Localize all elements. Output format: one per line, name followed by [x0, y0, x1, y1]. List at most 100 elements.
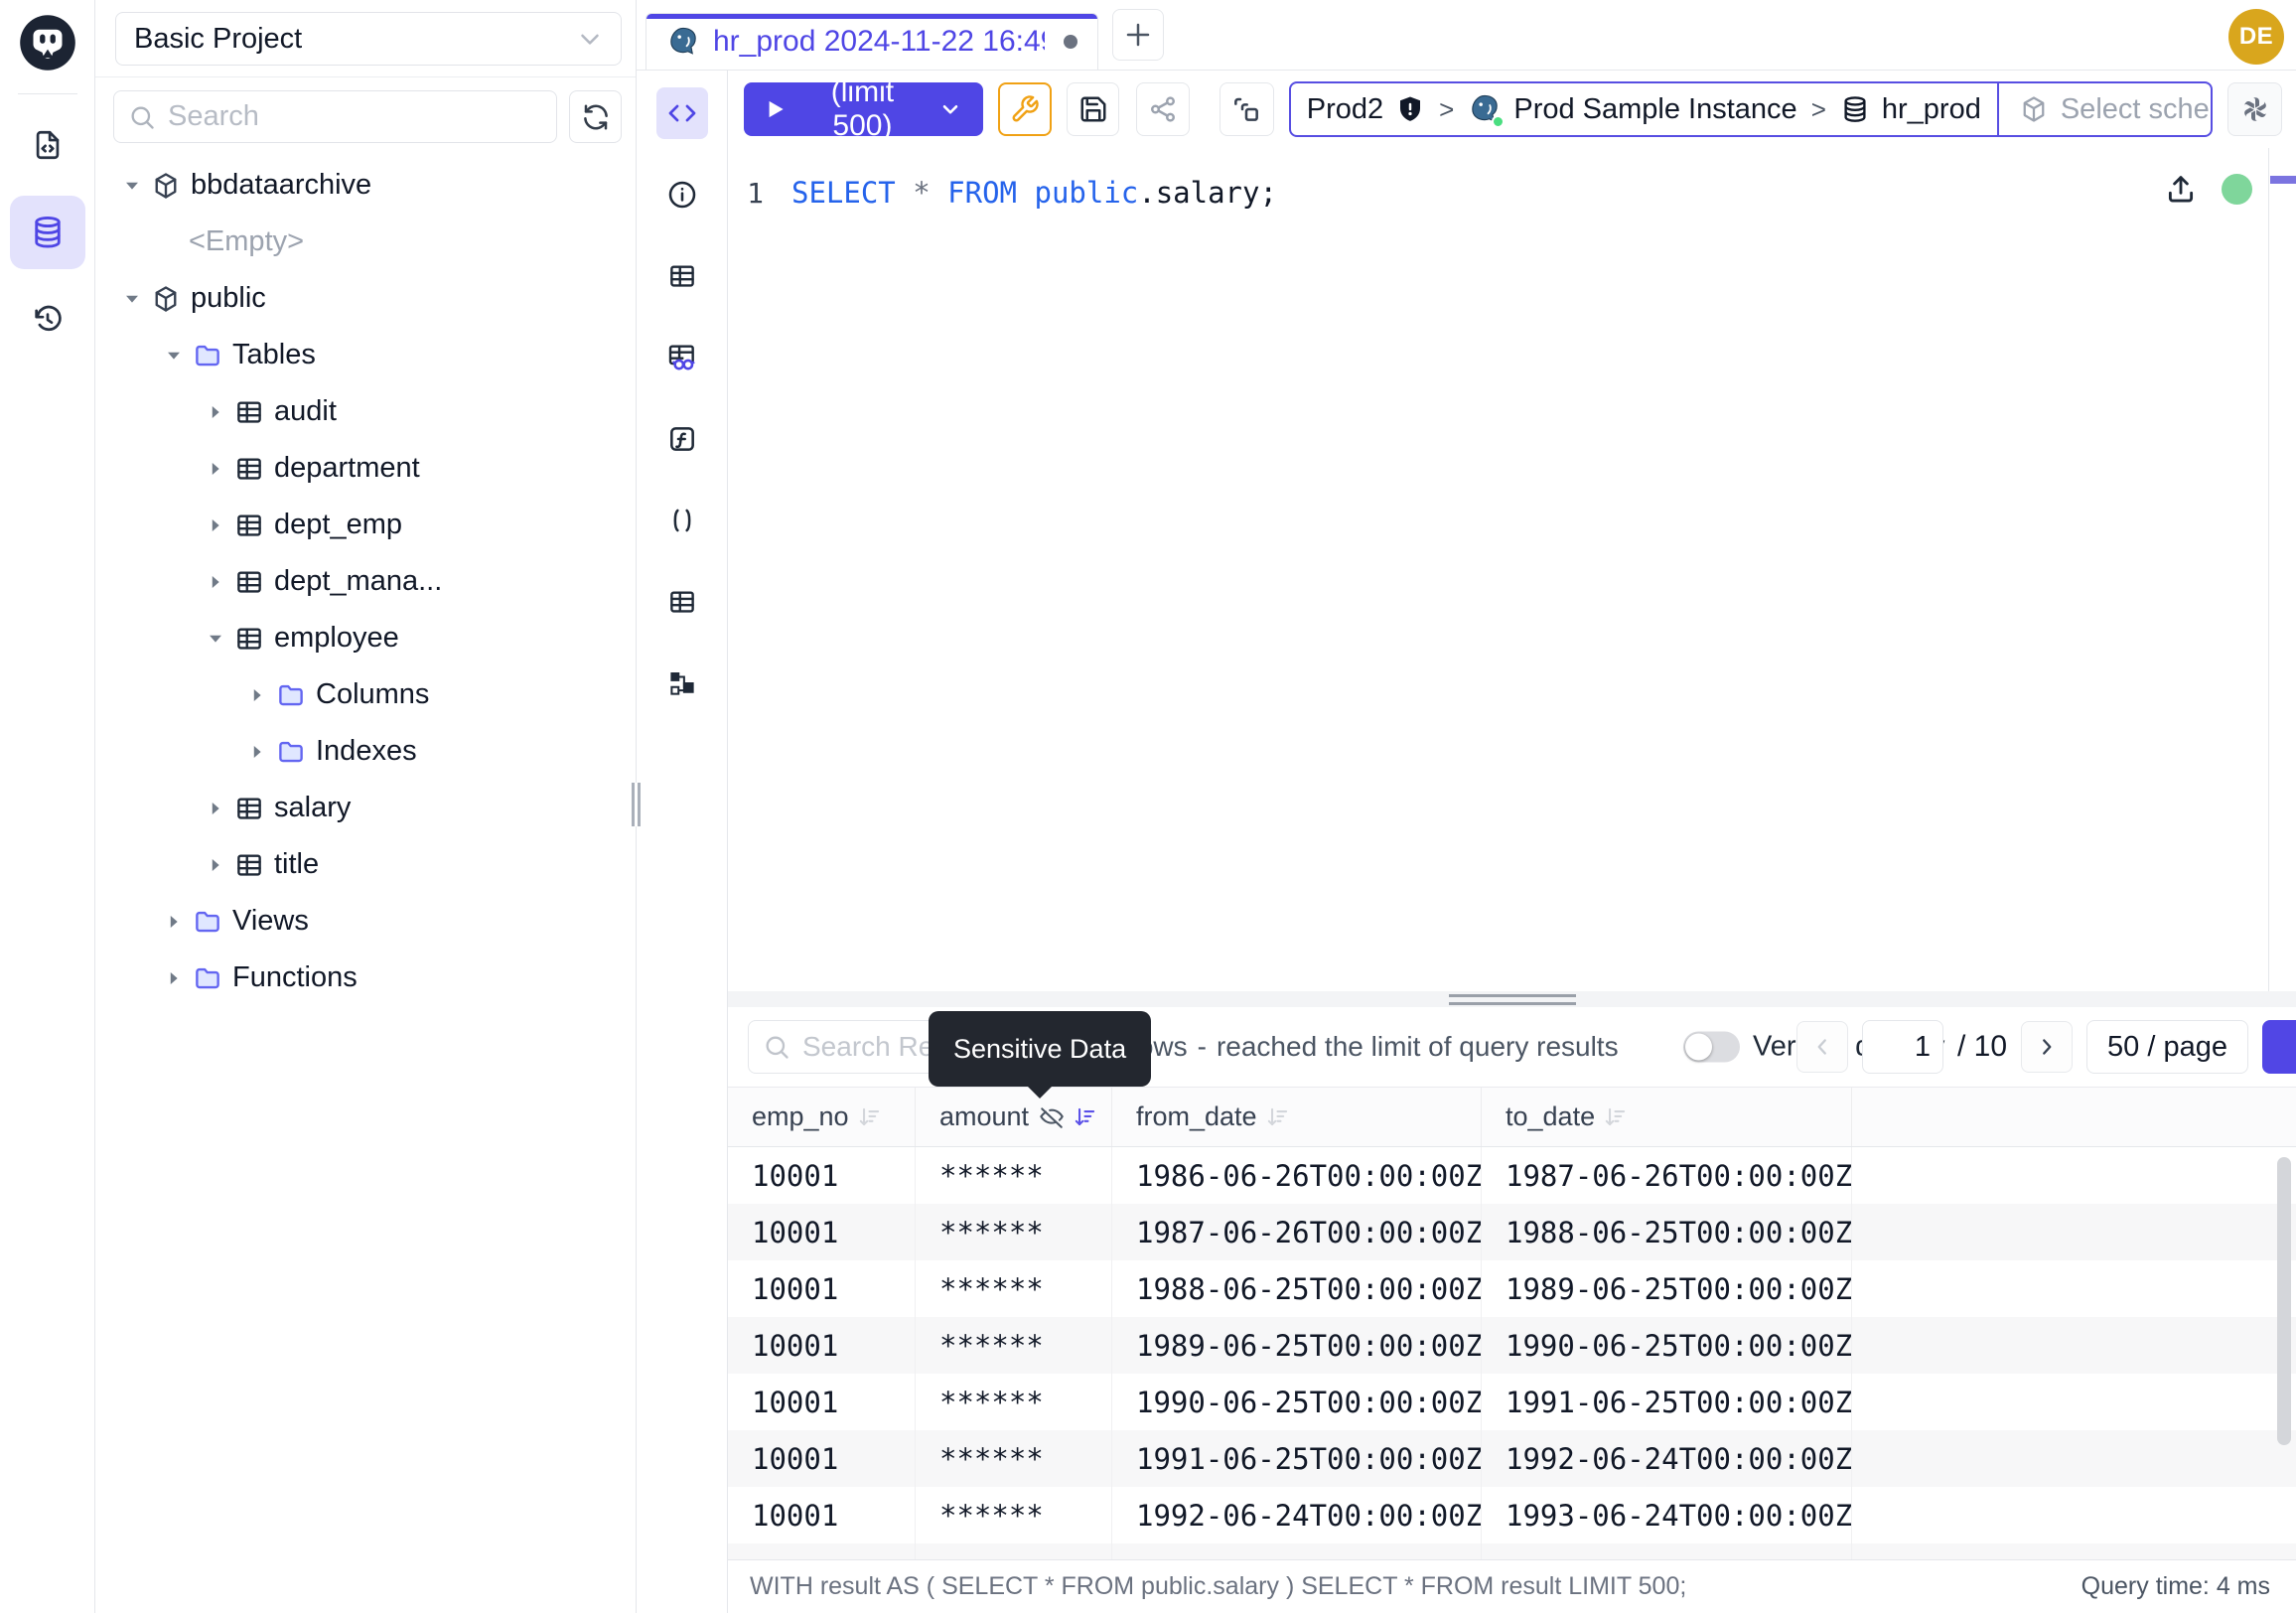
- limit-text: reached the limit of query results: [1217, 1031, 1619, 1062]
- share-button[interactable]: [1136, 82, 1190, 136]
- table-cell: 1993-06-24T00:00:00Z: [1482, 1487, 1852, 1543]
- caret-right-icon[interactable]: [201, 798, 230, 819]
- table-cell: [1852, 1374, 2296, 1430]
- tree-node-functions[interactable]: Functions: [95, 950, 636, 1006]
- select-schema-button[interactable]: Select schema: [1997, 83, 2213, 135]
- column-header-from_date[interactable]: from_date: [1112, 1088, 1482, 1146]
- project-selector[interactable]: Basic Project: [115, 12, 622, 66]
- info-button[interactable]: [656, 169, 708, 220]
- sql-code-button[interactable]: [656, 87, 708, 139]
- caret-right-icon[interactable]: [201, 458, 230, 480]
- user-avatar[interactable]: DE: [2228, 9, 2284, 65]
- schema-icon: [151, 171, 181, 201]
- tree-node-indexes[interactable]: Indexes: [95, 723, 636, 780]
- table-row[interactable]: 10001******1989-06-25T00:00:00Z1990-06-2…: [728, 1317, 2296, 1374]
- sensitive-data-button[interactable]: [656, 332, 708, 383]
- worksheets-nav-button[interactable]: [10, 108, 85, 182]
- caret-right-icon[interactable]: [201, 401, 230, 423]
- refresh-button[interactable]: [569, 90, 622, 143]
- connection-ok-dot: [2222, 174, 2252, 205]
- folder-icon: [193, 963, 222, 993]
- tree-node-public[interactable]: public: [95, 270, 636, 327]
- app-logo[interactable]: [19, 14, 76, 72]
- new-tab-button[interactable]: [1112, 9, 1164, 61]
- caret-right-icon[interactable]: [201, 854, 230, 876]
- table-row[interactable]: 10001******1986-06-26T00:00:00Z1987-06-2…: [728, 1147, 2296, 1204]
- table-cell: 1990-06-25T00:00:00Z: [1112, 1374, 1482, 1430]
- sort-icon[interactable]: [1073, 1104, 1098, 1130]
- caret-right-icon[interactable]: [201, 571, 230, 593]
- page-size-select[interactable]: 50 / page: [2086, 1020, 2248, 1074]
- tree-node-dept-emp[interactable]: dept_emp: [95, 497, 636, 553]
- tree-node-employee[interactable]: employee: [95, 610, 636, 666]
- caret-right-icon[interactable]: [242, 741, 272, 763]
- caret-down-icon[interactable]: [201, 628, 230, 650]
- tree-node-audit[interactable]: audit: [95, 383, 636, 440]
- table-row[interactable]: 10001******1987-06-26T00:00:00Z1988-06-2…: [728, 1204, 2296, 1260]
- history-nav-button[interactable]: [10, 283, 85, 357]
- schema-diagram-button[interactable]: [656, 658, 708, 709]
- minimap-viewport: [2270, 176, 2296, 184]
- caret-down-icon[interactable]: [117, 288, 147, 310]
- sidebar-resize-handle[interactable]: [632, 783, 641, 826]
- column-header-emp_no[interactable]: emp_no: [728, 1088, 916, 1146]
- sort-icon[interactable]: [1603, 1104, 1629, 1130]
- upload-sheet-button[interactable]: [2164, 172, 2198, 206]
- table-row[interactable]: 10001******1988-06-25T00:00:00Z1989-06-2…: [728, 1260, 2296, 1317]
- sidebar-search-box[interactable]: [113, 90, 557, 143]
- results-resize-handle[interactable]: [728, 991, 2296, 1007]
- table-row[interactable]: 10001******1992-06-24T00:00:00Z1993-06-2…: [728, 1487, 2296, 1543]
- results-header: 500 rows-reached the limit of query resu…: [728, 1007, 2296, 1087]
- results-side-panel-button[interactable]: [2262, 1020, 2296, 1074]
- table-vertical-scrollbar[interactable]: [2277, 1157, 2291, 1445]
- tree-node-tables[interactable]: Tables: [95, 327, 636, 383]
- table-cell: 1989-06-25T00:00:00Z: [1482, 1260, 1852, 1317]
- ai-assistant-button[interactable]: [2227, 82, 2282, 136]
- select-schema-label: Select schema: [2061, 93, 2213, 126]
- table-cell: [1852, 1317, 2296, 1374]
- tree-node-label: title: [274, 848, 319, 881]
- tree-node-department[interactable]: department: [95, 440, 636, 497]
- caret-right-icon[interactable]: [242, 684, 272, 706]
- sidebar-search-input[interactable]: [168, 100, 542, 133]
- caret-down-icon[interactable]: [117, 175, 147, 197]
- caret-right-icon[interactable]: [159, 967, 189, 989]
- page-number-input[interactable]: [1862, 1020, 1943, 1074]
- prev-page-button[interactable]: [1796, 1021, 1848, 1073]
- sort-icon[interactable]: [857, 1104, 883, 1130]
- vertical-display-toggle[interactable]: [1683, 1032, 1740, 1063]
- tree-node-empty[interactable]: <Empty>: [95, 214, 636, 270]
- save-button[interactable]: [1067, 82, 1120, 136]
- caret-down-icon[interactable]: [159, 345, 189, 367]
- column-header-amount[interactable]: amount: [916, 1088, 1112, 1146]
- tree-node-bbdataarchive[interactable]: bbdataarchive: [95, 157, 636, 214]
- caret-right-icon[interactable]: [201, 514, 230, 536]
- column-header-to_date[interactable]: to_date: [1482, 1088, 1852, 1146]
- table-cell: ******: [916, 1374, 1112, 1430]
- tree-node-dept-mana[interactable]: dept_mana...: [95, 553, 636, 610]
- run-query-button[interactable]: (limit 500): [744, 82, 983, 136]
- functions-panel-button[interactable]: [656, 413, 708, 465]
- external-tables-button[interactable]: [656, 576, 708, 628]
- table-row[interactable]: 10001******1993-06-24T00:00:00Z1994-06-2…: [728, 1543, 2296, 1559]
- tables-panel-button[interactable]: [656, 250, 708, 302]
- tree-node-label: employee: [274, 622, 399, 655]
- batch-mode-button[interactable]: [1220, 82, 1274, 136]
- tree-node-views[interactable]: Views: [95, 893, 636, 950]
- editor-minimap[interactable]: [2268, 148, 2296, 991]
- tree-node-salary[interactable]: salary: [95, 780, 636, 836]
- caret-right-icon[interactable]: [159, 911, 189, 933]
- tree-node-columns[interactable]: Columns: [95, 666, 636, 723]
- format-sql-button[interactable]: [998, 82, 1052, 136]
- editor-body: (limit 500): [637, 71, 2296, 1613]
- tab-hr-prod[interactable]: hr_prod 2024-11-22 16:49: [646, 13, 1098, 70]
- procedures-panel-button[interactable]: [656, 495, 708, 546]
- tree-node-title[interactable]: title: [95, 836, 636, 893]
- connection-context[interactable]: Prod2 > Prod Sample Instance >: [1291, 83, 1997, 135]
- table-row[interactable]: 10001******1991-06-25T00:00:00Z1992-06-2…: [728, 1430, 2296, 1487]
- sort-icon[interactable]: [1265, 1104, 1291, 1130]
- databases-nav-button[interactable]: [10, 196, 85, 269]
- table-row[interactable]: 10001******1990-06-25T00:00:00Z1991-06-2…: [728, 1374, 2296, 1430]
- next-page-button[interactable]: [2021, 1021, 2073, 1073]
- sql-editor[interactable]: 1 SELECT * FROM public.salary;: [728, 148, 2296, 991]
